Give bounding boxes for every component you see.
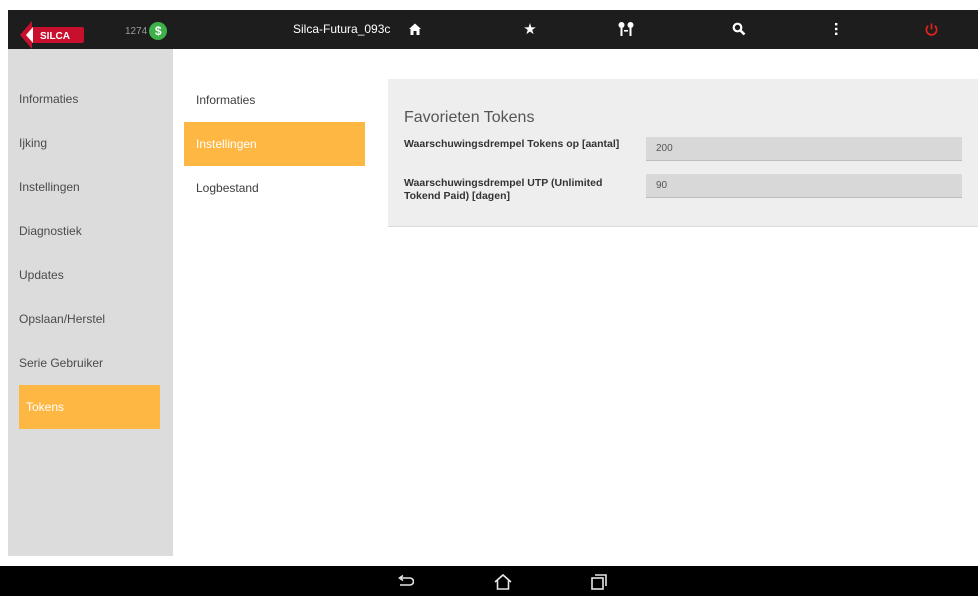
submenu-item-informaties[interactable]: Informaties [184,78,365,122]
token-threshold-input[interactable]: 200 [646,137,962,161]
submenu-item-label: Instellingen [196,137,257,151]
settings-panel: Favorieten Tokens Waarschuwingsdrempel T… [388,79,978,227]
submenu-item-logbestand[interactable]: Logbestand [184,166,365,210]
token-threshold-label: Waarschuwingsdrempel Tokens op [aantal] [404,138,620,150]
submenu-item-label: Logbestand [196,181,259,195]
sidebar-item-diagnostiek[interactable]: Diagnostiek [8,209,173,253]
token-count: 1274 [125,25,148,37]
sidebar-item-label: Diagnostiek [19,224,82,238]
token-threshold-value: 200 [656,143,673,154]
back-icon[interactable] [393,571,417,593]
star-icon[interactable]: ★ [519,18,541,40]
sidebar-item-label: Updates [19,268,64,282]
panel-title: Favorieten Tokens [404,109,535,126]
logo-text: SILCA [40,31,70,42]
submenu-item-label: Informaties [196,93,256,107]
token-counter[interactable]: 1274 $ [125,22,168,40]
sidebar: Informaties Ijking Instellingen Diagnost… [8,49,173,556]
utp-threshold-label: Waarschuwingsdrempel UTP (Unlimited Toke… [404,177,603,202]
silca-logo[interactable]: SILCA [18,18,86,52]
sidebar-item-label: Tokens [26,400,65,414]
home-nav-icon[interactable] [491,571,515,593]
sidebar-item-serie-gebruiker[interactable]: Serie Gebruiker [8,341,173,385]
sidebar-item-opslaan-herstel[interactable]: Opslaan/Herstel [8,297,173,341]
sidebar-item-informaties[interactable]: Informaties [8,77,173,121]
home-icon[interactable] [404,18,426,40]
android-nav-bar [0,566,978,596]
top-bar: SILCA 1274 $ Silca-Futura_093c ★ [8,10,978,49]
sidebar-item-updates[interactable]: Updates [8,253,173,297]
money-bag-icon: $ [149,22,168,40]
keys-icon[interactable] [615,18,637,40]
sidebar-item-label: Instellingen [19,180,80,194]
sidebar-item-instellingen[interactable]: Instellingen [8,165,173,209]
sidebar-item-label: Serie Gebruiker [19,356,104,370]
submenu-item-instellingen[interactable]: Instellingen [184,122,365,166]
more-vertical-icon[interactable] [825,18,847,40]
sidebar-item-label: Opslaan/Herstel [19,312,106,326]
utp-threshold-value: 90 [656,180,668,191]
power-icon[interactable] [920,18,942,40]
search-icon[interactable] [728,18,750,40]
sidebar-item-ijking[interactable]: Ijking [8,121,173,165]
sidebar-item-label: Informaties [19,92,79,106]
sidebar-item-tokens[interactable]: Tokens [19,385,160,429]
sidebar-item-label: Ijking [19,136,48,150]
device-name: Silca-Futura_093c [293,22,391,36]
recents-icon[interactable] [587,571,611,593]
utp-threshold-input[interactable]: 90 [646,174,962,198]
submenu: Informaties Instellingen Logbestand [184,78,365,210]
